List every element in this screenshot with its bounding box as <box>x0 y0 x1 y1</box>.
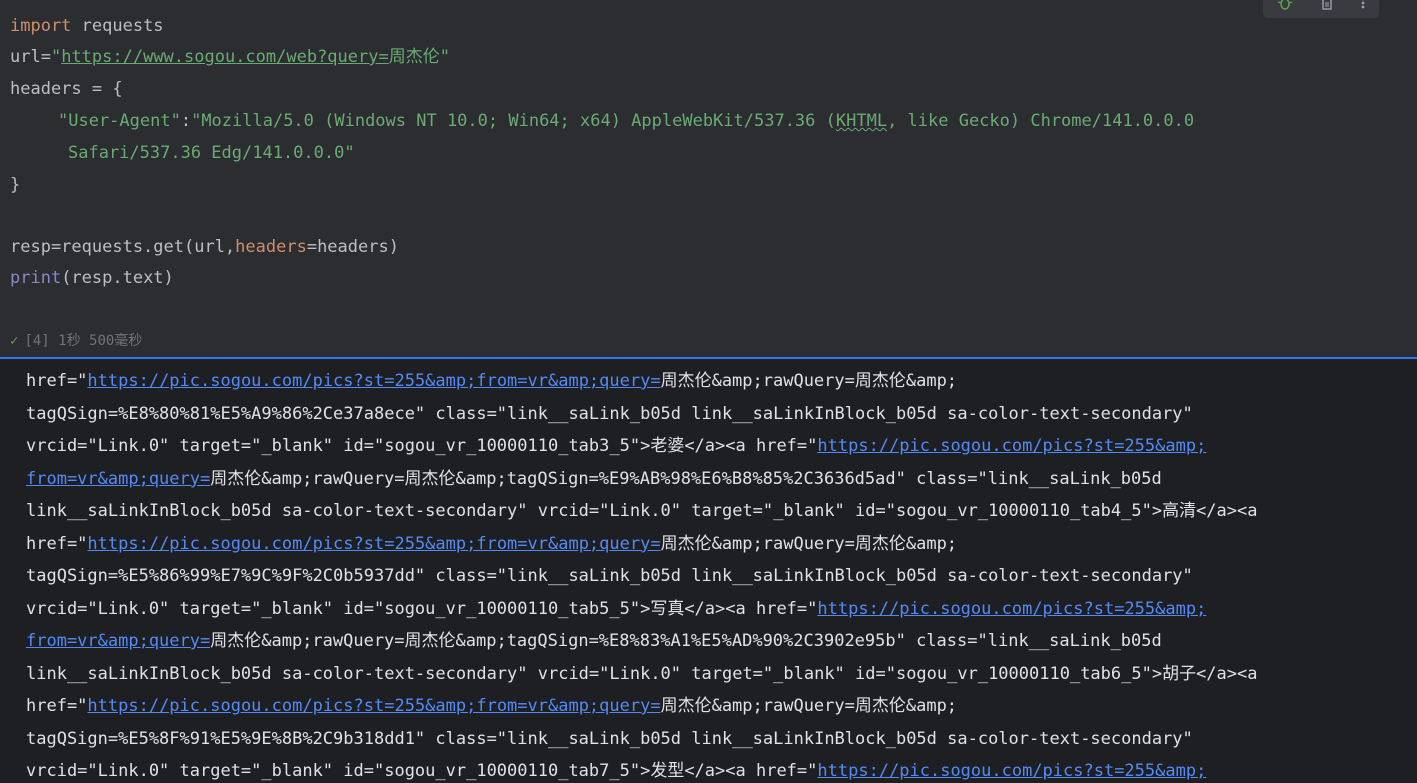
output-text: 周杰伦&amp;rawQuery=周杰伦&amp; <box>660 533 958 554</box>
code-line-2[interactable]: url="https://www.sogou.com/web?query=周杰伦… <box>10 43 450 71</box>
code-line-8[interactable]: resp=requests.get(url,headers=headers) <box>10 233 399 261</box>
output-text: tagQSign=%E5%86%99%E7%9C%9F%2C0b5937dd" … <box>26 566 1193 586</box>
execution-status: ✓ [4] 1秒 500毫秒 <box>10 330 142 352</box>
output-text: link__saLinkInBlock_b05d sa-color-text-s… <box>26 663 1258 684</box>
output-line: tagQSign=%E5%86%99%E7%9C%9F%2C0b5937dd" … <box>26 562 1193 591</box>
code-text: requests <box>71 16 164 36</box>
output-line: tagQSign=%E5%8F%91%E5%9E%8B%2C9b318dd1" … <box>26 725 1193 754</box>
output-line: link__saLinkInBlock_b05d sa-color-text-s… <box>26 660 1257 689</box>
user-agent-string: Safari/537.36 Edg/141.0.0.0" <box>68 143 355 163</box>
output-line: tagQSign=%E8%80%81%E5%A9%86%2Ce37a8ece" … <box>26 400 1193 429</box>
output-text: href=" <box>26 371 88 391</box>
header-key-string: "User-Agent" <box>58 111 181 131</box>
output-link[interactable]: from=vr&amp;query= <box>26 469 210 489</box>
check-icon: ✓ <box>10 333 19 349</box>
code-text: (resp.text) <box>61 268 174 288</box>
user-agent-string: "Mozilla/5.0 (Windows NT 10.0; Win64; x6… <box>191 111 836 131</box>
user-agent-string: , like Gecko) Chrome/141.0.0.0 <box>887 111 1195 131</box>
output-text: vrcid="Link.0" target="_blank" id="sogou… <box>26 761 818 781</box>
spellcheck-word: KHTML <box>835 111 888 131</box>
query-string: 周杰伦 <box>388 47 440 67</box>
code-text: url= <box>10 47 51 67</box>
code-text: =headers) <box>306 237 399 257</box>
trash-icon[interactable] <box>1320 0 1334 14</box>
output-line: vrcid="Link.0" target="_blank" id="sogou… <box>26 595 1206 624</box>
string-quote: " <box>50 47 62 67</box>
output-link[interactable]: https://pic.sogou.com/pics?st=255&amp;fr… <box>87 696 660 716</box>
output-line: vrcid="Link.0" target="_blank" id="sogou… <box>26 432 1206 461</box>
output-text: tagQSign=%E8%80%81%E5%A9%86%2Ce37a8ece" … <box>26 403 1193 424</box>
code-line-9[interactable]: print(resp.text) <box>10 264 174 292</box>
output-text: 周杰伦&amp;rawQuery=周杰伦&amp;tagQSign=%E9%AB… <box>210 468 1162 489</box>
output-link[interactable]: https://pic.sogou.com/pics?st=255&amp; <box>817 761 1206 781</box>
output-line: href="https://pic.sogou.com/pics?st=255&… <box>26 692 957 721</box>
output-text: vrcid="Link.0" target="_blank" id="sogou… <box>26 598 818 619</box>
code-text: } <box>10 175 21 195</box>
code-cell[interactable]: import requests url="https://www.sogou.c… <box>0 0 1417 357</box>
keyword-import: import <box>10 16 72 36</box>
string-quote: " <box>439 47 450 67</box>
url-string[interactable]: https://www.sogou.com/web?query= <box>61 47 389 67</box>
output-line: vrcid="Link.0" target="_blank" id="sogou… <box>26 757 1206 783</box>
code-text: headers = { <box>10 79 123 99</box>
output-line: from=vr&amp;query=周杰伦&amp;rawQuery=周杰伦&a… <box>26 627 1162 656</box>
output-text: 周杰伦&amp;rawQuery=周杰伦&amp;tagQSign=%E8%83… <box>210 631 1162 651</box>
code-line-6[interactable]: } <box>10 171 20 199</box>
output-line: href="https://pic.sogou.com/pics?st=255&… <box>26 367 957 396</box>
cell-output[interactable]: href="https://pic.sogou.com/pics?st=255&… <box>0 357 1417 783</box>
output-link[interactable]: https://pic.sogou.com/pics?st=255&amp;fr… <box>87 534 660 554</box>
output-link[interactable]: https://pic.sogou.com/pics?st=255&amp; <box>817 599 1206 619</box>
cell-toolbar <box>1263 0 1379 18</box>
builtin-print: print <box>10 268 62 288</box>
code-text: resp=requests.get(url, <box>10 237 236 257</box>
code-line-3[interactable]: headers = { <box>10 75 123 103</box>
output-line: from=vr&amp;query=周杰伦&amp;rawQuery=周杰伦&a… <box>26 465 1162 494</box>
execution-time: [4] 1秒 500毫秒 <box>24 333 143 349</box>
bug-icon[interactable] <box>1277 0 1293 14</box>
output-text: 周杰伦&amp;rawQuery=周杰伦&amp; <box>660 371 958 391</box>
code-line-4[interactable]: "User-Agent":"Mozilla/5.0 (Windows NT 10… <box>58 107 1194 135</box>
output-link[interactable]: https://pic.sogou.com/pics?st=255&amp; <box>817 436 1206 456</box>
output-line: href="https://pic.sogou.com/pics?st=255&… <box>26 530 957 559</box>
output-text: 周杰伦&amp;rawQuery=周杰伦&amp; <box>660 696 958 716</box>
code-text: : <box>180 111 192 131</box>
output-line: link__saLinkInBlock_b05d sa-color-text-s… <box>26 497 1257 526</box>
output-text: vrcid="Link.0" target="_blank" id="sogou… <box>26 436 818 456</box>
output-link[interactable]: from=vr&amp;query= <box>26 631 210 651</box>
output-text: tagQSign=%E5%8F%91%E5%9E%8B%2C9b318dd1" … <box>26 728 1193 749</box>
output-text: href=" <box>26 533 88 554</box>
more-vertical-icon[interactable] <box>1361 0 1365 14</box>
output-text: href=" <box>26 696 88 716</box>
code-line-5[interactable]: Safari/537.36 Edg/141.0.0.0" <box>68 139 355 167</box>
keyword-argument: headers <box>235 237 307 257</box>
output-text: link__saLinkInBlock_b05d sa-color-text-s… <box>26 501 1258 521</box>
code-line-1[interactable]: import requests <box>10 12 164 40</box>
output-link[interactable]: https://pic.sogou.com/pics?st=255&amp;fr… <box>87 371 660 391</box>
